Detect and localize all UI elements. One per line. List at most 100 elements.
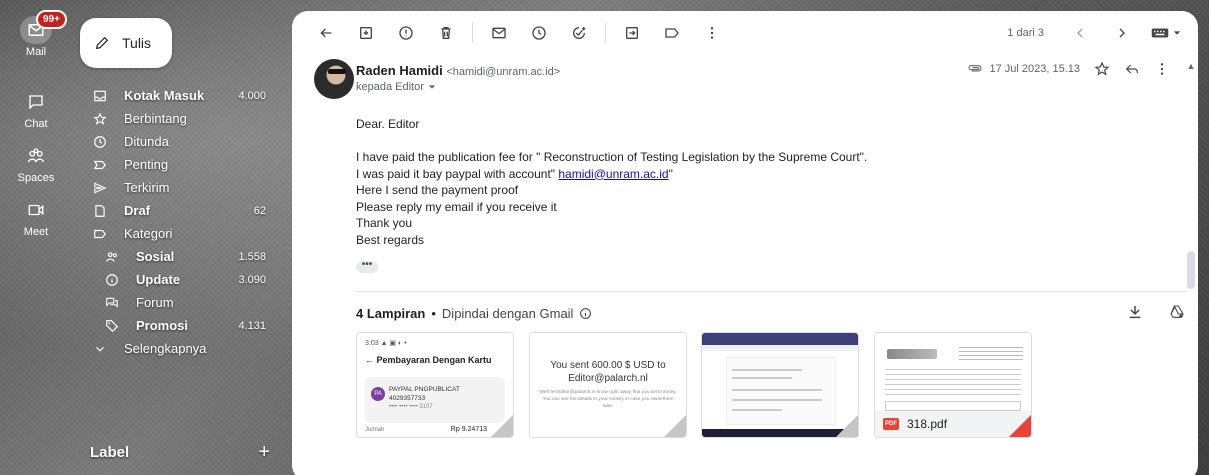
- input-tools-button[interactable]: [1144, 26, 1188, 40]
- chevron-down-icon: [92, 341, 108, 357]
- nav-social[interactable]: Sosial 1.558: [76, 245, 272, 268]
- spaces-icon: [20, 142, 52, 170]
- download-all-icon[interactable]: [1127, 304, 1143, 320]
- nav-updates[interactable]: Update 3.090: [76, 268, 272, 291]
- page-fold: [664, 415, 686, 437]
- attachment-3[interactable]: [701, 332, 859, 438]
- tag-icon: [104, 318, 120, 334]
- nav-important[interactable]: Penting: [76, 153, 272, 176]
- chevron-left-icon: [1077, 28, 1083, 38]
- star-icon[interactable]: [1094, 61, 1110, 77]
- body-line-5: Thank you: [356, 216, 413, 230]
- label-icon: [92, 157, 108, 173]
- nav-promotions-count: 4.131: [238, 319, 266, 332]
- add-label-button[interactable]: +: [258, 442, 270, 462]
- chevron-right-icon: [1119, 28, 1125, 38]
- move-to-button[interactable]: [612, 17, 652, 49]
- body-line-1: I have paid the publication fee for " Re…: [356, 150, 868, 164]
- nav-drafts[interactable]: Draf 62: [76, 199, 272, 222]
- sent-recipient: Editor@palarch.nl: [568, 373, 648, 384]
- rail-mail[interactable]: 99+ Mail: [0, 10, 72, 58]
- nav-inbox[interactable]: Kotak Masuk 4.000: [76, 84, 272, 107]
- label-icon: [665, 28, 679, 38]
- archive-icon: [360, 27, 372, 39]
- move-to-icon: [626, 27, 638, 39]
- rail-meet-label: Meet: [23, 226, 49, 238]
- nav-forums[interactable]: Forum: [76, 291, 272, 314]
- rail-meet[interactable]: Meet: [0, 196, 72, 238]
- page-fold: [491, 415, 513, 437]
- archive-button[interactable]: [346, 17, 386, 49]
- rail-spaces[interactable]: Spaces: [0, 142, 72, 184]
- email-date: 17 Jul 2023, 15.13: [989, 63, 1080, 75]
- people-icon: [104, 249, 120, 265]
- amount-value: Rp 9.24713: [450, 426, 487, 433]
- back-button[interactable]: [306, 17, 346, 49]
- attachment-4[interactable]: PDF 318.pdf: [874, 332, 1032, 438]
- body-line-2: I was paid it bay paypal with account" h…: [356, 166, 867, 183]
- newer-button[interactable]: [1060, 17, 1100, 49]
- page-fold: [1009, 415, 1031, 437]
- body-line-6: Best regards: [356, 232, 425, 247]
- nav-snoozed[interactable]: Ditunda: [76, 130, 272, 153]
- star-icon: [92, 111, 108, 127]
- rail-chat-label: Chat: [24, 118, 48, 130]
- nav-promotions-label: Promosi: [136, 318, 189, 333]
- delete-button[interactable]: [426, 17, 466, 49]
- attachment-4-filename: 318.pdf: [907, 417, 948, 431]
- recipient-line[interactable]: kepada Editor: [356, 81, 436, 93]
- nav-important-label: Penting: [124, 157, 169, 172]
- sender-address: <hamidi@unram.ac.id>: [446, 66, 561, 78]
- nav-sent[interactable]: Terkirim: [76, 176, 272, 199]
- phone-status-bar: 3:03 ▲ ▣ ◐ •: [365, 340, 407, 347]
- report-spam-button[interactable]: [386, 17, 426, 49]
- browser-address-bar: [702, 345, 858, 351]
- sender-name: Raden Hamidi: [356, 63, 443, 78]
- more-vert-icon[interactable]: [1154, 61, 1170, 77]
- label-button[interactable]: [652, 17, 692, 49]
- nav-promotions[interactable]: Promosi 4.131: [76, 314, 272, 337]
- scan-status: Dipindai dengan Gmail: [441, 306, 574, 321]
- date-group: 17 Jul 2023, 15.13: [967, 61, 1080, 77]
- nav-inbox-count: 4.000: [238, 89, 266, 102]
- email-link[interactable]: hamidi@unram.ac.id: [558, 167, 668, 181]
- rail-chat[interactable]: Chat: [0, 88, 72, 130]
- scroll-up-icon[interactable]: ▲: [1186, 61, 1196, 71]
- info-icon[interactable]: [579, 307, 592, 320]
- trash-icon: [441, 27, 451, 39]
- browser-tab-bar: [702, 333, 858, 345]
- labels-title: Label: [90, 444, 130, 461]
- page-text-line: [732, 399, 822, 401]
- attachment-2[interactable]: You sent 600.00 $ USD to Editor@palarch.…: [529, 332, 687, 438]
- mark-unread-button[interactable]: [479, 17, 519, 49]
- show-trimmed-button[interactable]: •••: [356, 260, 378, 273]
- pencil-icon: [95, 36, 109, 50]
- inbox-icon: [92, 88, 108, 104]
- snooze-button[interactable]: [519, 17, 559, 49]
- panel-scrollbar[interactable]: ▲: [1186, 61, 1196, 473]
- document-table-footer: [885, 401, 1021, 411]
- nav-more[interactable]: Selengkapnya: [76, 337, 272, 360]
- reply-icon[interactable]: [1124, 61, 1140, 77]
- taskbar: [702, 429, 858, 437]
- nav-categories[interactable]: Kategori: [76, 222, 272, 245]
- nav-starred[interactable]: Berbintang: [76, 107, 272, 130]
- older-button[interactable]: [1102, 17, 1142, 49]
- compose-button[interactable]: Tulis: [80, 18, 172, 68]
- add-to-drive-icon[interactable]: [1169, 304, 1185, 320]
- attachment-4-footer: PDF 318.pdf: [875, 411, 1031, 437]
- scrollbar-thumb[interactable]: [1187, 251, 1195, 289]
- add-task-button[interactable]: [559, 17, 599, 49]
- attachment-icon: [968, 65, 982, 72]
- info-icon: [104, 272, 120, 288]
- nav-starred-label: Berbintang: [124, 111, 187, 126]
- payment-title: ← Pembayaran Dengan Kartu: [365, 355, 492, 365]
- caret-down-icon: [428, 85, 436, 89]
- more-options-button[interactable]: [692, 17, 732, 49]
- body-greeting: Dear. Editor: [356, 117, 420, 131]
- nav-drafts-count: 62: [253, 204, 266, 217]
- nav-social-label: Sosial: [136, 249, 175, 264]
- attachment-1[interactable]: 3:03 ▲ ▣ ◐ • ← Pembayaran Dengan Kartu P…: [356, 332, 514, 438]
- page-text-line: [732, 389, 822, 391]
